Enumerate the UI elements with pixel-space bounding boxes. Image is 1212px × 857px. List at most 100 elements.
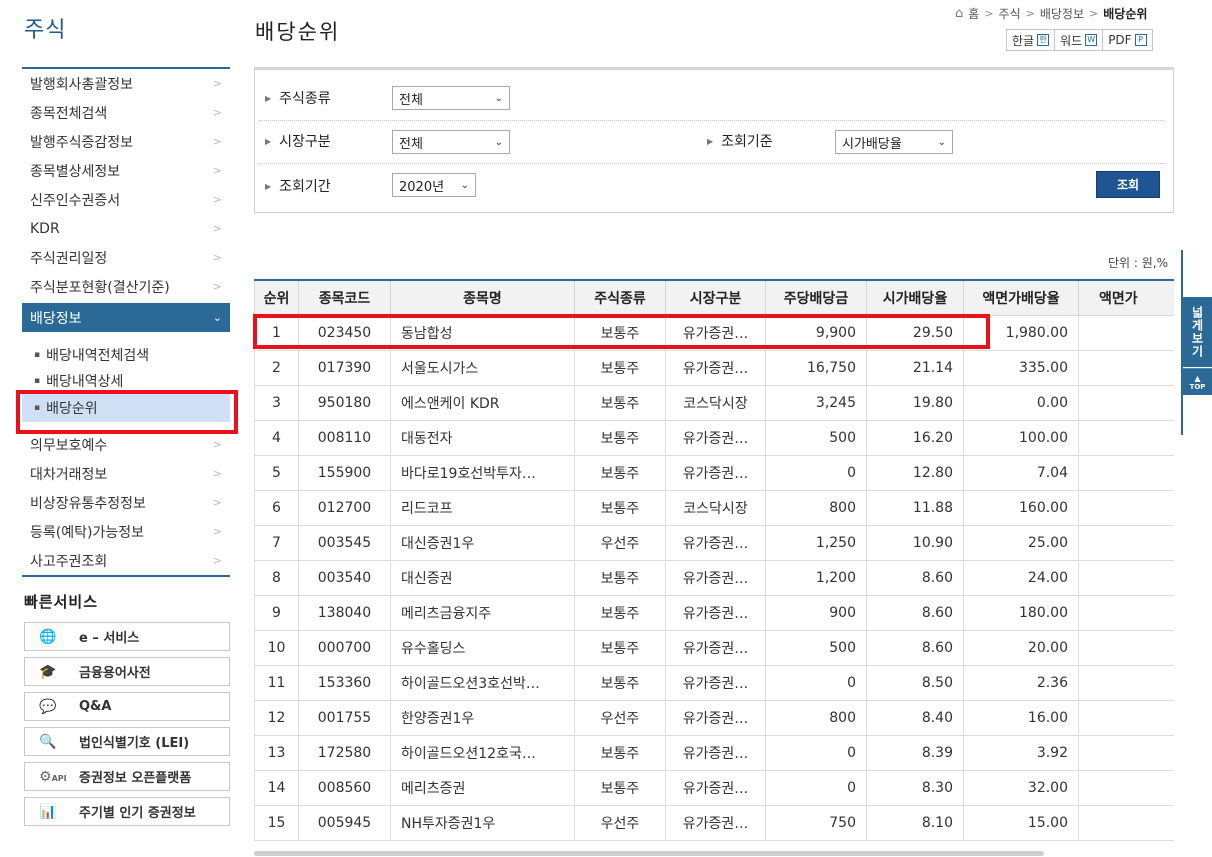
table-row[interactable]: 6012700리드코프보통주코스닥시장80011.88160.005 <box>254 489 1174 526</box>
table-row[interactable]: 10000700유수홀딩스보통주유가증권…5008.6020.002,5 <box>254 629 1174 666</box>
scroll-top-button[interactable]: ▲ TOP <box>1183 368 1212 395</box>
cell-market: 유가증권… <box>665 734 766 771</box>
table-row[interactable]: 11153360하이골드오션3호선박…보통주유가증권…08.502.365,0 <box>254 664 1174 701</box>
menu-item[interactable]: 사고주권조회 > <box>22 546 230 575</box>
table-row[interactable]: 15005945NH투자증권1우우선주유가증권…7508.1015.005,0 <box>254 804 1174 841</box>
graduation-cap-icon: 🎓 <box>39 663 57 680</box>
horizontal-scrollbar[interactable] <box>254 851 1044 856</box>
cell-dps: 800 <box>765 489 867 526</box>
submenu-item-selected[interactable]: ▪ 배당순위 <box>16 390 238 434</box>
chevron-right-icon: > <box>212 135 222 148</box>
menu-item[interactable]: 주식권리일정 > <box>22 243 230 272</box>
cell-face-value: 5,0 <box>1078 664 1174 701</box>
export-pdf-button[interactable]: PDF P <box>1102 29 1153 51</box>
cell-name: 대동전자 <box>390 419 575 456</box>
cell-stock-type: 보통주 <box>574 384 666 421</box>
breadcrumb-item[interactable]: 배당정보 <box>1040 5 1084 22</box>
market-label-text: 시장구분 <box>279 134 331 150</box>
hwp-icon: 한 <box>1037 34 1050 46</box>
quick-button-label: e – 서비스 <box>79 631 140 646</box>
table-row[interactable]: 8003540대신증권보통주유가증권…1,2008.6024.005,0 <box>254 559 1174 596</box>
chevron-down-icon: ⌄ <box>937 136 946 148</box>
document-search-icon: 🔍 <box>39 733 57 750</box>
menu-item-label: KDR <box>30 220 60 237</box>
criteria-select[interactable]: 시가배당율 ⌄ <box>835 130 953 154</box>
table-row[interactable]: 2017390서울도시가스보통주유가증권…16,75021.14335.005,… <box>254 349 1174 386</box>
submenu-item-label: 배당내역전체검색 <box>46 348 150 364</box>
table-row[interactable]: 1023450동남합성보통주유가증권…9,90029.501,980.005 <box>254 314 1174 351</box>
cell-stock-type: 보통주 <box>574 559 666 596</box>
breadcrumb-item[interactable]: 홈 <box>968 5 979 22</box>
menu-item[interactable]: 신주인수권증서 > <box>22 185 230 214</box>
menu-item[interactable]: 종목별상세정보 > <box>22 156 230 185</box>
quick-eservice-button[interactable]: 🌐 e – 서비스 <box>24 622 230 651</box>
section-title: 주식 <box>24 18 67 43</box>
table-row[interactable]: 12001755한양증권1우우선주유가증권…8008.4016.005,0 <box>254 699 1174 736</box>
menu-item[interactable]: 주식분포현황(결산기준) > <box>22 272 230 301</box>
menu-item[interactable]: KDR > <box>22 214 230 243</box>
cell-code: 023450 <box>298 314 391 351</box>
cell-market: 유가증권… <box>665 664 766 701</box>
cell-code: 155900 <box>298 454 391 491</box>
cell-stock-type: 우선주 <box>574 524 666 561</box>
cell-yield: 29.50 <box>866 314 964 351</box>
cell-face-yield: 100.00 <box>963 419 1079 456</box>
breadcrumb: ⌂ 홈 > 주식 > 배당정보 > 배당순위 <box>955 5 1147 22</box>
table-row[interactable]: 3 950180 에스앤케이 KDR 보통주 코스닥시장 3,245 19.80 0.00 <box>254 384 1174 421</box>
cell-face-yield: 2.36 <box>963 664 1079 701</box>
cell-face-yield: 25.00 <box>963 524 1079 561</box>
quick-lei-button[interactable]: 🔍 법인식별기호 (LEI) <box>24 727 230 756</box>
cell-rank: 11 <box>254 664 299 701</box>
cell-face-value: 5 <box>1078 314 1174 351</box>
breadcrumb-item[interactable]: 주식 <box>999 5 1021 22</box>
submenu-item[interactable]: ▪ 배당내역전체검색 <box>32 342 230 368</box>
quick-button-label: 주기별 인기 증권정보 <box>79 806 196 821</box>
menu-item-dividend-active[interactable]: 배당정보 ⌄ <box>22 303 230 332</box>
cell-yield: 11.88 <box>866 489 964 526</box>
cell-market: 유가증권… <box>665 769 766 806</box>
menu-item[interactable]: 비상장유통추정정보 > <box>22 488 230 517</box>
quick-open-platform-button[interactable]: ⚙API 증권정보 오픈플랫폼 <box>24 762 230 791</box>
pdf-icon: P <box>1134 34 1147 46</box>
cell-market: 유가증권… <box>665 314 766 351</box>
cell-stock-type: 보통주 <box>574 629 666 666</box>
chevron-right-icon: > <box>212 525 222 538</box>
table-row[interactable]: 9138040메리츠금융지주보통주유가증권…9008.60180.005 <box>254 594 1174 631</box>
cell-market: 유가증권… <box>665 454 766 491</box>
market-value: 전체 <box>399 136 423 152</box>
bullet-icon: ▪ <box>34 376 41 386</box>
menu-item[interactable]: 의무보호예수 > <box>22 430 230 459</box>
cell-code: 138040 <box>298 594 391 631</box>
cell-rank: 13 <box>254 734 299 771</box>
wide-view-tab[interactable]: 넓게보기 <box>1183 297 1212 367</box>
export-hwp-button[interactable]: 한글 한 <box>1006 29 1056 51</box>
table-row[interactable]: 7003545대신증권1우우선주유가증권…1,25010.9025.005,0 <box>254 524 1174 561</box>
criteria-value: 시가배당율 <box>842 136 902 152</box>
stock-type-select[interactable]: 전체 ⌄ <box>392 86 510 110</box>
table-row[interactable]: 4008110대동전자보통주유가증권…50016.20100.005 <box>254 419 1174 456</box>
cell-rank: 2 <box>254 349 299 386</box>
cell-yield: 8.39 <box>866 734 964 771</box>
period-select[interactable]: 2020년 ⌄ <box>392 173 476 197</box>
table-row[interactable]: 5155900바다로19호선박투자…보통주유가증권…012.807.045,0 <box>254 454 1174 491</box>
chevron-right-icon: > <box>212 193 222 206</box>
table-row[interactable]: 13172580하이골드오션12호국…보통주유가증권…08.393.925,0 <box>254 734 1174 771</box>
cell-name: 동남합성 <box>390 314 575 351</box>
menu-item-label: 발행회사총괄정보 <box>30 76 134 93</box>
sidebar-menu: 발행회사총괄정보 > 종목전체검색 > 발행주식증감정보 > 종목별상세정보 > 신주인… <box>16 67 238 577</box>
home-icon[interactable]: ⌂ <box>955 6 963 21</box>
search-button[interactable]: 조회 <box>1096 171 1160 198</box>
cell-yield: 8.60 <box>866 629 964 666</box>
menu-item[interactable]: 발행회사총괄정보 > <box>22 69 230 98</box>
market-select[interactable]: 전체 ⌄ <box>392 130 510 154</box>
menu-item[interactable]: 발행주식증감정보 > <box>22 127 230 156</box>
stock-type-label-text: 주식종류 <box>279 91 331 107</box>
menu-item[interactable]: 등록(예탁)가능정보 > <box>22 517 230 546</box>
table-row[interactable]: 14008560메리츠증권보통주유가증권…08.3032.001,0 <box>254 769 1174 806</box>
quick-qna-button[interactable]: 💬 Q&A <box>24 692 230 721</box>
menu-item[interactable]: 종목전체검색 > <box>22 98 230 127</box>
quick-glossary-button[interactable]: 🎓 금융용어사전 <box>24 657 230 686</box>
menu-item[interactable]: 대차거래정보 > <box>22 459 230 488</box>
export-word-button[interactable]: 워드 W <box>1054 29 1104 51</box>
quick-popular-info-button[interactable]: 📊 주기별 인기 증권정보 <box>24 797 230 826</box>
